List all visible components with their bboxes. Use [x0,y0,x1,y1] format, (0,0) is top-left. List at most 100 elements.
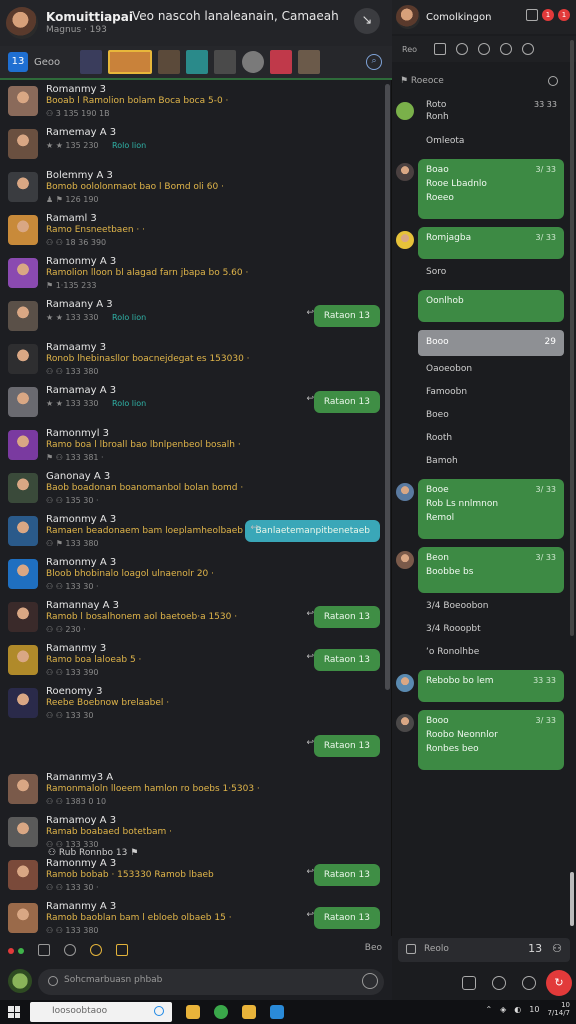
message-input[interactable] [64,975,344,985]
avatar[interactable] [8,86,38,116]
app-icon-files[interactable] [186,1005,200,1019]
message-row[interactable]: Ramonmy A 3 Ramob bobab · 153330 Ramob lb… [0,858,384,900]
count-label[interactable]: 13 [528,942,542,955]
avatar[interactable] [8,215,38,245]
chat-card[interactable]: Boao Rooe Lbadnlo Roeeo 3/ 33 [418,159,564,219]
avatar[interactable] [8,969,32,993]
message-row[interactable]: Ramanmy3 A Ramonmaloln lloeem hamlon ro b… [0,772,384,814]
thumbnail-selected[interactable] [108,50,152,74]
avatar[interactable] [8,258,38,288]
settings-icon[interactable] [522,43,534,55]
avatar[interactable] [8,516,38,546]
avatar[interactable] [8,430,38,460]
reply-bubble[interactable]: Banlaetemanpitbenetaeb [245,520,380,542]
thumbnail[interactable] [214,50,236,74]
app-icon-store[interactable] [270,1005,284,1019]
message-row[interactable]: Roenomy 3 Reebe Boebnow brelaabel · ⚇ ⚇ 13… [0,686,384,728]
clock-icon[interactable] [362,973,378,989]
toolbar-right-label[interactable]: Beo [365,943,382,953]
avatar[interactable] [8,172,38,202]
side-input[interactable]: Reolo 13 ⚇ [398,938,570,962]
chat-card[interactable]: Rebobo bo lem 33 33 [418,670,564,702]
reaction-icon[interactable] [522,976,536,990]
avatar[interactable] [396,231,414,249]
avatar[interactable] [396,714,414,732]
avatar[interactable] [8,301,38,331]
thumbnail[interactable] [242,51,264,73]
reply-icon[interactable]: ↩ [306,738,314,748]
avatar[interactable] [8,559,38,589]
reply-bubble[interactable]: Rataon 13 [313,391,380,413]
reply-icon[interactable]: ↩ [306,910,314,920]
reply-bubble[interactable]: Rataon 13 [313,907,380,929]
windows-start-icon[interactable] [8,1006,20,1018]
network-icon[interactable]: ◈ [500,1005,506,1014]
avatar[interactable] [8,688,38,718]
avatar[interactable] [396,163,414,181]
message-row[interactable]: Romanmy 3 Booab l Ramolion bolam Boca boc… [0,84,384,126]
message-row[interactable]: Ramanmy 3 Ramo boa laloeab 5 · ⚇ ⚇ 133 390… [0,643,384,685]
chevron-up-icon[interactable]: ⌃ [485,1005,492,1014]
volume-icon[interactable]: ◐ [514,1005,521,1014]
bell-icon[interactable] [526,9,538,21]
avatar[interactable] [396,551,414,569]
scrollbar[interactable] [385,84,390,690]
avatar[interactable] [8,774,38,804]
app-icon-browser[interactable] [214,1005,228,1019]
message-row[interactable]: Ramaml 3 Ramo Ensneetbaen · · ⚇ ⚇ 18 36 39… [0,213,384,255]
avatar[interactable] [396,674,414,692]
clock-icon[interactable] [492,976,506,990]
taskbar-search[interactable]: Ioosoobtaoo [30,1002,172,1022]
thumbnail[interactable] [270,50,292,74]
message-row[interactable]: Ramanmy A 3 Ramob baoblan bam l ebloeb ol… [0,901,384,934]
avatar[interactable] [396,102,414,120]
message-row[interactable]: Ramonmy A 3 Bloob bhobinalo loagol ulnaen… [0,557,384,599]
scrollbar[interactable] [570,40,574,636]
reply-icon[interactable]: ↩ [306,867,314,877]
message-row[interactable]: Ramamay A 3 ★ ★ 133 330 Rolo lion Rataon 13… [0,385,384,427]
document-icon[interactable] [434,43,446,55]
call-button[interactable]: ↻ [546,970,572,996]
chat-card[interactable]: Booo Roobo Neonnlor Ronbes beo 3/ 33 [418,710,564,770]
avatar[interactable] [8,903,38,933]
message-row[interactable]: Ramaany A 3 ★ ★ 133 330 Rolo lion Rataon 13… [0,299,384,341]
home-button[interactable]: 13 [8,52,28,72]
thumbnail[interactable] [298,50,320,74]
square-icon[interactable] [37,944,50,956]
reply-bubble[interactable]: Rataon 13 [313,305,380,327]
emoji-icon[interactable] [63,944,76,956]
avatar[interactable] [8,473,38,503]
message-row[interactable]: Ramemay A 3 ★ ★ 135 230 Rolo lion [0,127,384,169]
reply-bubble[interactable]: Rataon 13 [313,735,380,757]
message-row[interactable]: Bolemmy A 3 Bomob oololonmaot bao l Bomd … [0,170,384,212]
reply-icon[interactable]: ↩ [306,609,314,619]
search-icon[interactable]: ⌕ [366,54,382,70]
message-row[interactable]: Ramonmy A 3 Ramaen beadonaem bam loeplamh… [0,514,384,556]
shield-icon[interactable] [478,43,490,55]
chat-card[interactable]: Beon Boobbe bs 3/ 33 [418,547,564,593]
message-row[interactable]: Rataon 13 ↩ [0,729,384,771]
thumbnail[interactable] [186,50,208,74]
message-row[interactable]: Ramonmyl 3 Ramo boa l lbroall bao lbnlpen… [0,428,384,470]
avatar[interactable] [8,387,38,417]
reply-icon[interactable]: ↩ [306,394,314,404]
tab-label[interactable]: Reo [402,45,424,54]
selected-card[interactable]: Booo 29 [418,330,564,356]
avatar[interactable] [8,860,38,890]
reply-icon[interactable]: ↩ [250,523,258,533]
close-button[interactable]: ↘ [354,8,380,34]
chat-card[interactable]: Oonlhob [418,290,564,322]
sticker-icon[interactable] [89,944,102,956]
message-row[interactable]: Ramonmy A 3 Ramolion lloon bl alagad farn… [0,256,384,298]
search-icon[interactable] [548,76,558,86]
gif-icon[interactable] [115,944,128,956]
reply-bubble[interactable]: Rataon 13 [313,649,380,671]
message-row[interactable]: Ramaamy 3 Ronob lhebinasllor boacnejdegat… [0,342,384,384]
reply-icon[interactable]: ↩ [306,308,314,318]
avatar[interactable] [396,483,414,501]
avatar[interactable] [8,344,38,374]
scrollbar-thumb[interactable] [570,872,574,926]
thumbnail[interactable] [158,50,180,74]
message-row[interactable]: Ganonay A 3 Baob boadonan boanomanbol bol… [0,471,384,513]
camera-icon[interactable] [456,43,468,55]
